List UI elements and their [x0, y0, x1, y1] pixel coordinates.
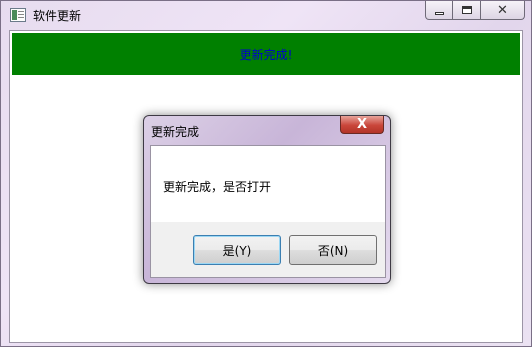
title-bar[interactable]: 软件更新 ✕	[1, 1, 531, 29]
minimize-icon	[434, 11, 444, 15]
dialog-close-button[interactable]: X	[340, 116, 384, 134]
yes-button[interactable]: 是(Y)	[193, 235, 281, 265]
close-icon: X	[356, 117, 368, 132]
status-banner: 更新完成!	[12, 33, 520, 75]
maximize-icon	[461, 6, 472, 14]
caption-buttons: ✕	[425, 1, 525, 20]
banner-text: 更新完成!	[239, 47, 293, 62]
window-title: 软件更新	[33, 9, 82, 23]
close-icon: ✕	[497, 2, 508, 18]
dialog-message-area: 更新完成，是否打开	[151, 146, 385, 222]
minimize-button[interactable]	[425, 1, 453, 20]
dialog-body: 更新完成，是否打开 是(Y) 否(N)	[150, 145, 386, 278]
close-button[interactable]: ✕	[481, 1, 525, 20]
app-window-icon	[10, 8, 26, 22]
dialog-title: 更新完成	[151, 125, 200, 139]
dialog-message: 更新完成，是否打开	[163, 180, 272, 194]
maximize-button[interactable]	[453, 1, 481, 20]
message-dialog: 更新完成 X 更新完成，是否打开 是(Y) 否(N)	[143, 115, 391, 284]
no-button[interactable]: 否(N)	[289, 235, 377, 265]
